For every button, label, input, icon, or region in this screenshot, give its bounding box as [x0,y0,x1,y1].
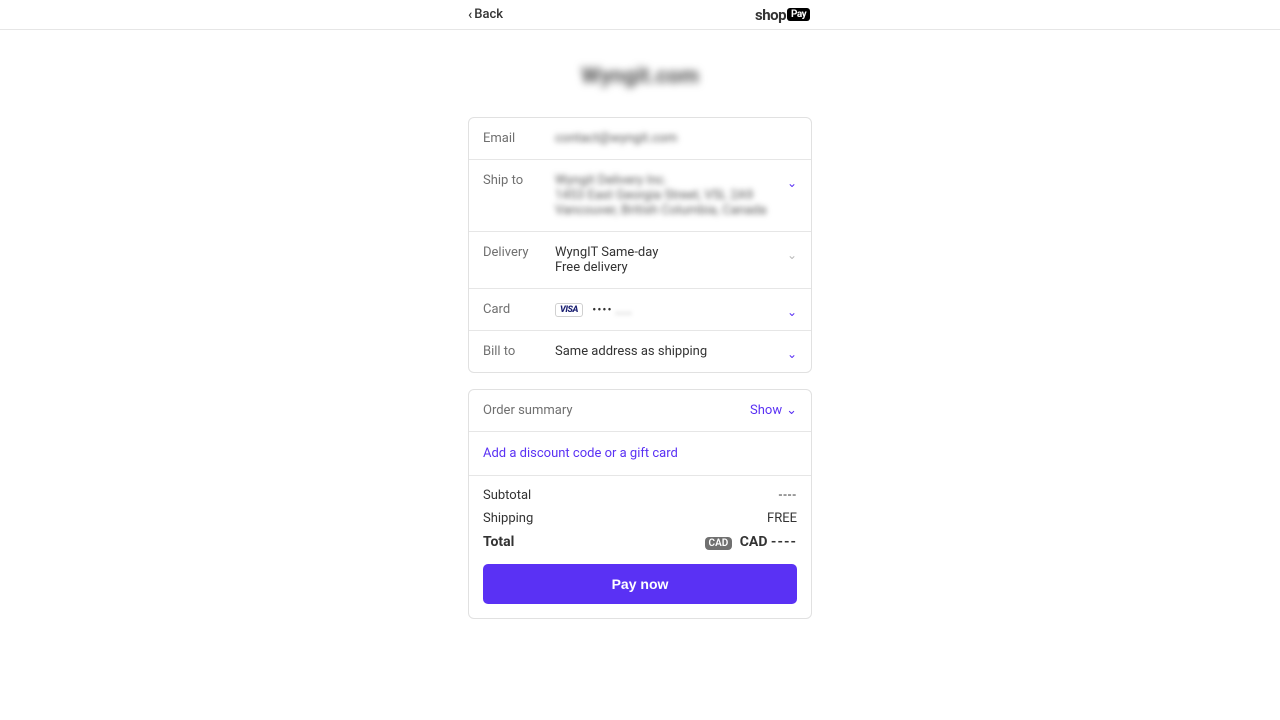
review-delivery-row[interactable]: Delivery WyngIT Same-day Free delivery ⌄ [469,232,811,289]
top-bar: ‹ Back shop Pay [0,0,1280,30]
show-label: Show [750,403,782,418]
delivery-label: Delivery [483,245,555,260]
store-name: Wyngit.com [468,64,812,89]
pay-badge: Pay [787,8,810,21]
summary-title: Order summary [483,403,573,418]
chevron-down-icon: ⌄ [787,347,797,361]
review-shipto-row[interactable]: Ship to Wyngit Delivery Inc. 1453 East G… [469,160,811,232]
summary-card: Order summary Show ⌄ Add a discount code… [468,389,812,619]
billto-value: Same address as shipping [555,344,797,359]
chevron-left-icon: ‹ [468,8,472,22]
card-value: VISA •••• .... [555,302,797,317]
subtotal-line: Subtotal ---- [483,488,797,503]
card-masked-dots: •••• [592,303,612,317]
shipping-value: FREE [767,511,797,526]
back-label: Back [474,7,503,22]
card-last4: .... [616,303,633,317]
total-amount: ---- [771,534,797,550]
visa-icon: VISA [555,303,583,317]
review-card-row[interactable]: Card VISA •••• .... ⌄ [469,289,811,331]
chevron-down-icon: ⌄ [787,305,797,319]
chevron-down-icon: ⌄ [787,176,797,190]
chevron-down-icon: ⌄ [786,403,797,418]
back-button[interactable]: ‹ Back [468,7,503,22]
shipto-label: Ship to [483,173,555,188]
summary-totals: Subtotal ---- Shipping FREE Total CAD CA… [469,476,811,618]
shipping-line: Shipping FREE [483,511,797,526]
summary-header: Order summary Show ⌄ [469,390,811,432]
subtotal-label: Subtotal [483,488,531,503]
shipping-label: Shipping [483,511,533,526]
pay-now-button[interactable]: Pay now [483,564,797,604]
email-label: Email [483,131,555,146]
review-card: Email contact@wyngit.com Ship to Wyngit … [468,117,812,373]
shipto-value: Wyngit Delivery Inc. 1453 East Georgia S… [555,173,797,218]
total-currency: CAD [740,534,768,550]
subtotal-value: ---- [779,488,797,503]
email-value: contact@wyngit.com [555,131,797,146]
billto-label: Bill to [483,344,555,359]
delivery-value: WyngIT Same-day Free delivery [555,245,797,275]
total-label: Total [483,534,514,550]
review-billto-row[interactable]: Bill to Same address as shipping ⌄ [469,331,811,372]
shop-pay-logo: shop Pay [755,6,810,24]
discount-link[interactable]: Add a discount code or a gift card [469,432,811,476]
currency-badge: CAD [705,537,733,550]
chevron-down-icon: ⌄ [787,248,797,262]
total-value-wrap: CAD CAD ---- [705,534,797,550]
shop-text: shop [755,6,786,24]
review-email-row: Email contact@wyngit.com [469,118,811,160]
total-line: Total CAD CAD ---- [483,534,797,550]
summary-toggle[interactable]: Show ⌄ [750,403,797,418]
card-label: Card [483,302,555,317]
